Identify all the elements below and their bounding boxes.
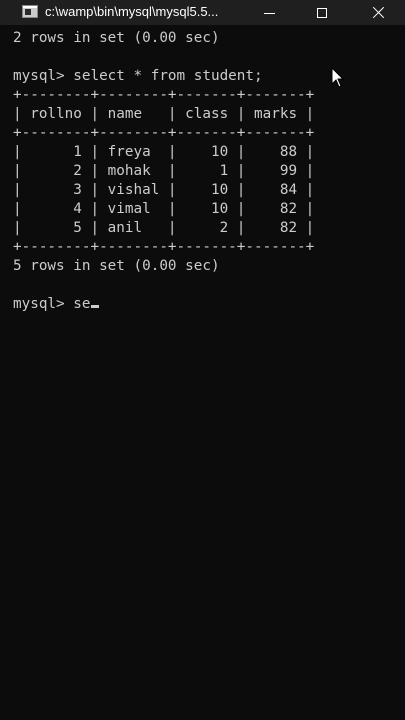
title-bar[interactable]: c:\wamp\bin\mysql\mysql5.5... <box>0 0 405 25</box>
window-title: c:\wamp\bin\mysql\mysql5.5... <box>45 4 219 19</box>
terminal-window: c:\wamp\bin\mysql\mysql5.5... 2 rows in … <box>0 0 405 720</box>
text-cursor <box>91 305 100 308</box>
console-line: 2 rows in set (0.00 sec) <box>13 30 220 46</box>
table-row: | 2 | mohak | 1 | 99 | <box>13 163 315 179</box>
console-line: 5 rows in set (0.00 sec) <box>13 258 220 274</box>
close-button[interactable] <box>363 0 393 25</box>
mouse-pointer-icon <box>331 67 345 88</box>
minimize-icon <box>263 13 275 14</box>
table-row: | 1 | freya | 10 | 88 | <box>13 144 315 160</box>
close-icon <box>372 6 385 19</box>
table-border-line: +--------+--------+-------+-------+ <box>13 125 315 141</box>
maximize-button[interactable] <box>307 0 337 25</box>
maximize-icon <box>317 7 327 18</box>
console-app-icon[interactable] <box>22 5 38 18</box>
command-input-text[interactable]: mysql> se <box>13 296 90 312</box>
command-prompt-line[interactable]: mysql> se <box>13 295 398 314</box>
table-row: | 4 | vimal | 10 | 82 | <box>13 201 315 217</box>
table-border-line: +--------+--------+-------+-------+ <box>13 239 315 255</box>
table-header-row: | rollno | name | class | marks | <box>13 106 315 122</box>
table-row: | 3 | vishal | 10 | 84 | <box>13 182 315 198</box>
minimize-button[interactable] <box>254 0 284 25</box>
table-row: | 5 | anil | 2 | 82 | <box>13 220 315 236</box>
